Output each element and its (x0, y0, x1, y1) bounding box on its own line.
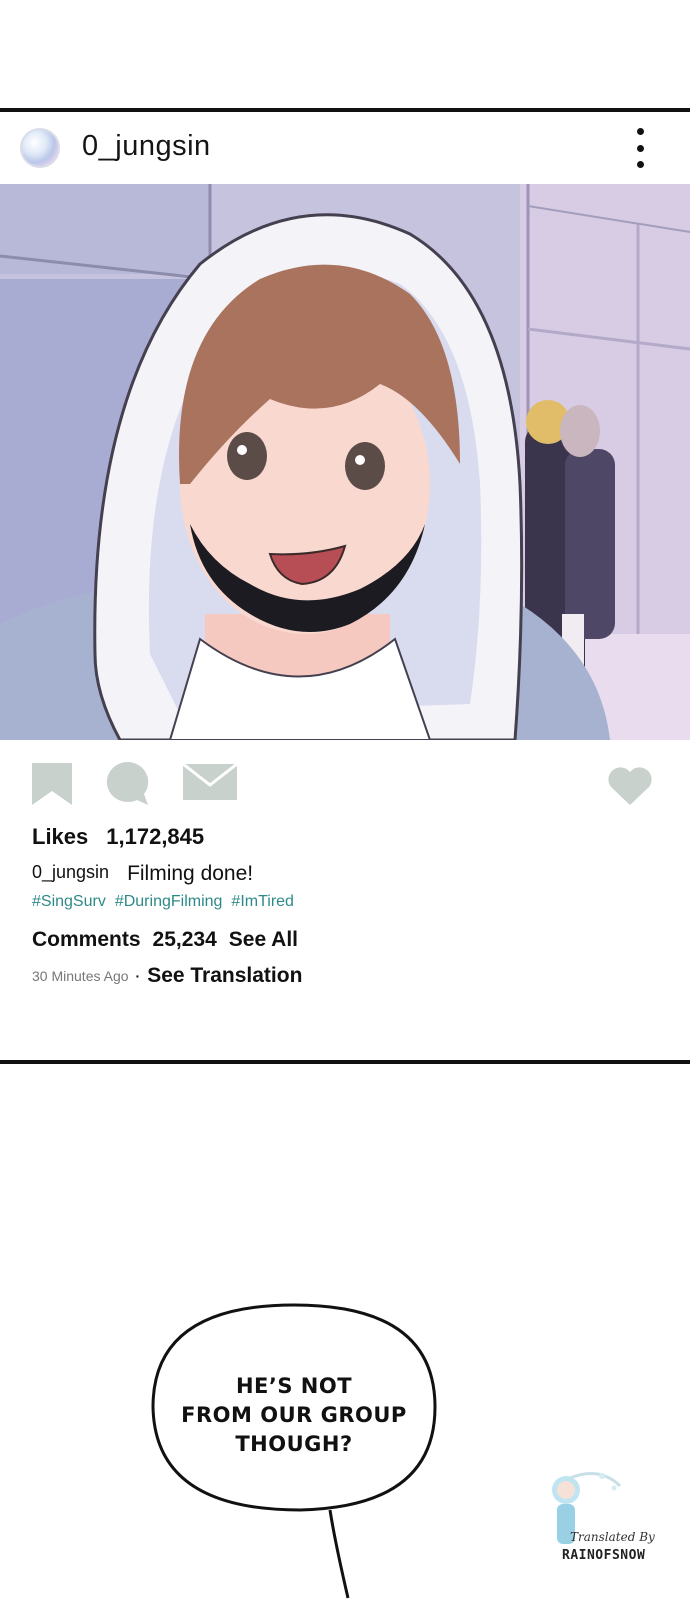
avatar-icon[interactable] (20, 128, 60, 168)
watermark-group-name: RAINOFSNOW (562, 1548, 646, 1563)
caption-username[interactable]: 0_jungsin (32, 862, 109, 886)
photo-eye-highlight (237, 445, 247, 455)
hashtag-link[interactable]: #SingSurv (32, 893, 106, 911)
more-vertical-icon[interactable] (628, 128, 652, 168)
post-timestamp: 30 Minutes Ago (32, 968, 129, 984)
post-frame-bottom-border (0, 1060, 690, 1064)
post-header: 0_jungsin (0, 112, 690, 184)
hashtag-link[interactable]: #DuringFilming (115, 893, 223, 911)
hashtag-link[interactable]: #ImTired (231, 893, 294, 911)
likes-label: Likes (32, 824, 89, 849)
photo-background-figure (565, 449, 615, 639)
watermark-credit: Translated By (570, 1530, 655, 1544)
speech-line: FROM OUR GROUP (181, 1403, 407, 1427)
mail-icon[interactable] (182, 763, 238, 801)
comments-row: Comments 25,234 See All (32, 928, 298, 952)
menu-dot (636, 161, 644, 168)
heart-icon[interactable] (606, 765, 654, 807)
comments-label: Comments (32, 928, 141, 951)
see-translation-link[interactable]: See Translation (147, 964, 302, 988)
menu-dot (636, 128, 644, 135)
see-all-comments-link[interactable]: See All (229, 928, 298, 952)
speech-line: THOUGH? (235, 1432, 353, 1456)
bookmark-icon[interactable] (30, 761, 74, 807)
speech-bubble-text: HE’S NOT FROM OUR GROUP THOUGH? (150, 1372, 438, 1459)
photo-background-figure-head (560, 405, 600, 457)
photo-eye (345, 442, 385, 490)
hashtag-list: #SingSurv #DuringFilming #ImTired (32, 893, 294, 911)
photo-eye-highlight (355, 455, 365, 465)
photo-eye (227, 432, 267, 480)
post-caption: 0_jungsin Filming done! (32, 862, 253, 886)
likes-count[interactable]: 1,172,845 (106, 824, 204, 850)
comment-icon[interactable] (104, 759, 152, 807)
meta-separator: · (135, 968, 141, 984)
post-username[interactable]: 0_jungsin (82, 130, 211, 163)
speech-line: HE’S NOT (235, 1374, 353, 1398)
comments-count: 25,234 (152, 928, 217, 951)
post-photo-illustration (0, 184, 690, 740)
likes-row: Likes 1,172,845 (32, 824, 204, 850)
post-meta: 30 Minutes Ago · See Translation (32, 964, 302, 988)
post-action-bar (0, 755, 690, 815)
menu-dot (636, 144, 644, 152)
caption-text: Filming done! (127, 862, 254, 885)
post-photo[interactable] (0, 184, 690, 740)
